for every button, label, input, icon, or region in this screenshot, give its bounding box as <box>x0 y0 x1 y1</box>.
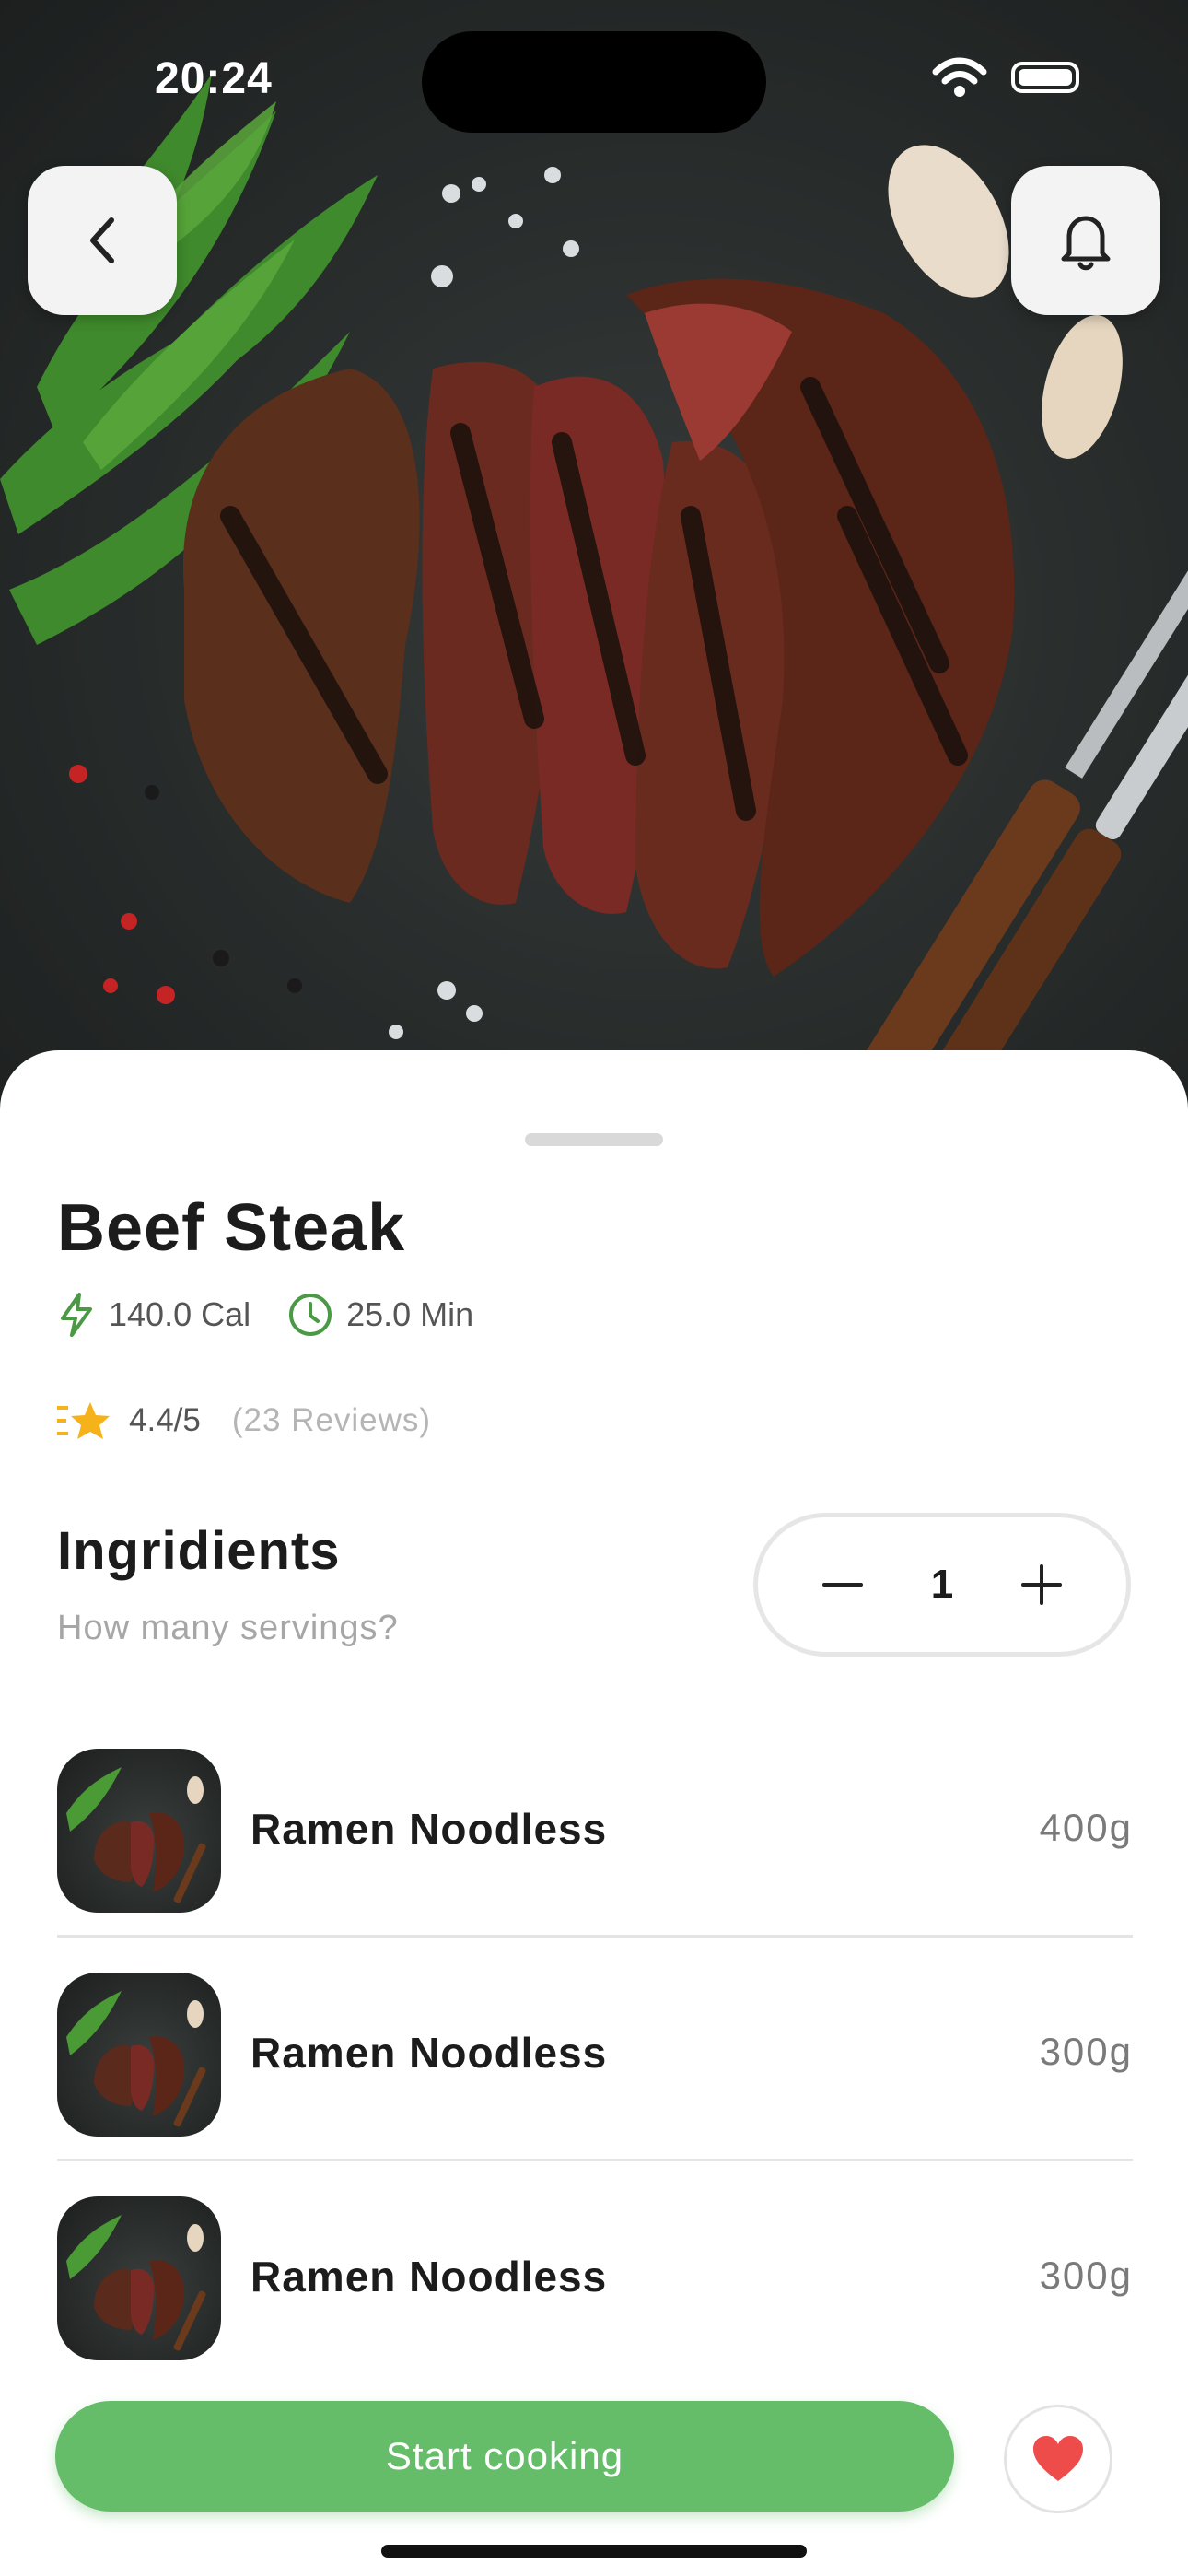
notifications-button[interactable] <box>1011 166 1160 315</box>
drag-handle[interactable] <box>525 1133 663 1146</box>
bell-icon <box>1061 216 1111 271</box>
recipe-detail-screen: 20:24 Beef Steak 140.0 Cal 25.0 Min 4.4/… <box>0 0 1188 2576</box>
back-button[interactable] <box>28 166 177 315</box>
favorite-button[interactable] <box>1004 2405 1112 2513</box>
minus-icon <box>822 1583 863 1587</box>
ingredient-name: Ramen Noodless <box>250 2029 608 2077</box>
bolt-icon <box>61 1293 92 1337</box>
steak-illustration <box>0 0 1188 1106</box>
ingredient-amount: 300g <box>1039 2030 1133 2073</box>
home-indicator <box>381 2545 807 2558</box>
ingredients-title: Ingridients <box>57 1521 341 1581</box>
star-icon <box>57 1402 110 1439</box>
ingredient-row[interactable]: Ramen Noodless 400g <box>57 1714 1133 1938</box>
clock-icon <box>289 1294 332 1336</box>
start-cooking-button[interactable]: Start cooking <box>55 2401 954 2512</box>
ingredient-amount: 300g <box>1039 2254 1133 2297</box>
plus-icon <box>1020 1564 1062 1605</box>
ingredient-name: Ramen Noodless <box>250 1805 608 1853</box>
ingredient-row[interactable]: Ramen Noodless 300g <box>57 1938 1133 2161</box>
ingredient-list: Ramen Noodless 400g Ramen Noodless 300g <box>57 1714 1133 2383</box>
hero-food-image: 20:24 <box>0 0 1188 1106</box>
rating-value: 4.4/5 <box>129 1402 201 1438</box>
heart-icon <box>1033 2436 1083 2481</box>
duration-value: 25.0 Min <box>346 1295 474 1333</box>
ingredient-thumbnail <box>57 2196 221 2360</box>
chevron-left-icon <box>90 217 114 263</box>
decrease-button[interactable] <box>822 1564 863 1605</box>
review-count[interactable]: (23 Reviews) <box>232 1402 431 1439</box>
ingredient-name: Ramen Noodless <box>250 2253 608 2301</box>
calories-value: 140.0 Cal <box>109 1295 251 1333</box>
rating-row: 4.4/5 (23 Reviews) <box>57 1400 431 1441</box>
ingredient-thumbnail <box>57 1973 221 2137</box>
servings-stepper: 1 <box>753 1513 1131 1657</box>
dynamic-island <box>422 31 766 133</box>
increase-button[interactable] <box>1020 1564 1062 1605</box>
wifi-icon <box>932 57 987 97</box>
servings-count: 1 <box>930 1562 954 1607</box>
ingredient-row[interactable]: Ramen Noodless 300g <box>57 2161 1133 2383</box>
recipe-title: Beef Steak <box>57 1191 406 1265</box>
status-time: 20:24 <box>155 54 273 103</box>
servings-question: How many servings? <box>57 1609 399 1647</box>
battery-icon <box>1011 62 1079 93</box>
status-icons <box>932 57 1079 98</box>
ingredient-amount: 400g <box>1039 1806 1133 1849</box>
recipe-meta: 140.0 Cal 25.0 Min <box>57 1292 473 1338</box>
recipe-sheet: Beef Steak 140.0 Cal 25.0 Min 4.4/5 (23 … <box>0 1050 1188 2576</box>
ingredient-thumbnail <box>57 1749 221 1913</box>
